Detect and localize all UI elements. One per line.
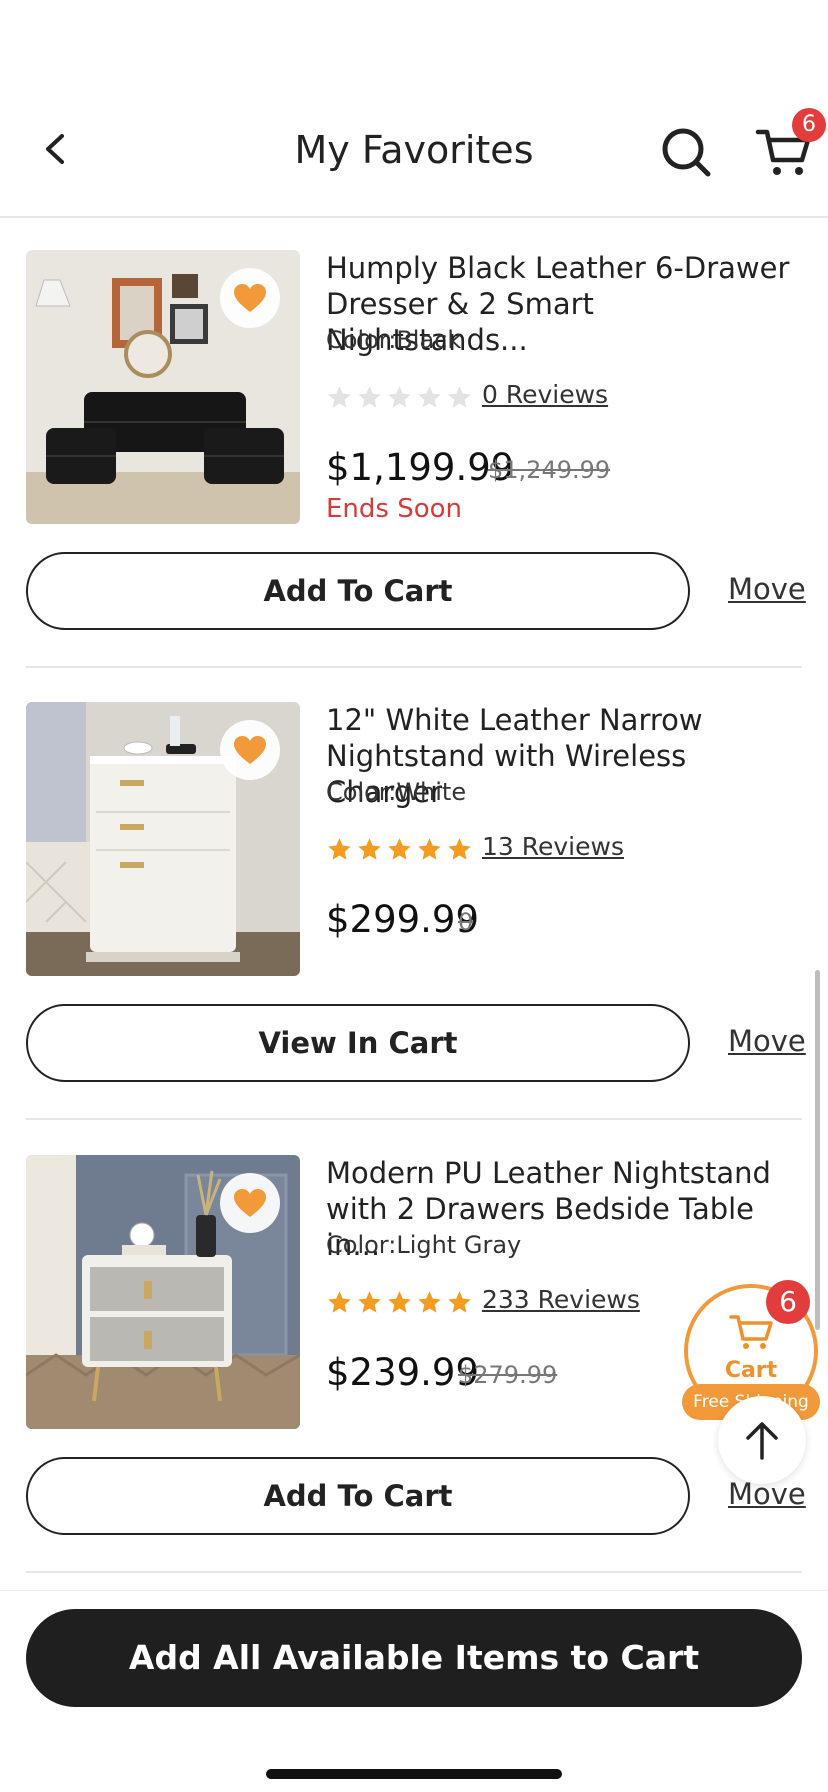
divider xyxy=(26,666,802,668)
search-icon xyxy=(662,128,711,177)
product-price: $1,199.99 xyxy=(326,446,515,489)
home-indicator xyxy=(266,1769,562,1779)
favorite-toggle[interactable] xyxy=(220,720,280,780)
floating-cart-badge: 6 xyxy=(766,1280,810,1324)
favorite-toggle[interactable] xyxy=(220,1173,280,1233)
product-image[interactable] xyxy=(26,1155,300,1429)
product-price: $299.99 xyxy=(326,898,480,941)
product-color: Color:Light Gray xyxy=(326,1231,522,1259)
favorite-item: 12" White Leather Narrow Nightstand with… xyxy=(0,702,828,1154)
divider xyxy=(26,1571,802,1573)
heart-icon xyxy=(234,284,266,312)
star-empty-icon xyxy=(358,386,381,408)
star-empty-icon xyxy=(388,386,411,408)
original-price: $1,249.99 xyxy=(488,456,611,484)
reviews-link[interactable]: 233 Reviews xyxy=(482,1285,640,1314)
add-to-cart-button[interactable]: Add To Cart xyxy=(26,552,690,630)
add-to-cart-button[interactable]: Add To Cart xyxy=(26,1457,690,1535)
star-filled-icon xyxy=(448,1291,471,1313)
star-filled-icon xyxy=(418,1291,441,1313)
heart-icon xyxy=(234,736,266,764)
back-to-top-button[interactable] xyxy=(718,1396,806,1484)
star-filled-icon xyxy=(448,838,471,860)
view-in-cart-button[interactable]: View In Cart xyxy=(26,1004,690,1082)
rating-stars xyxy=(326,836,473,863)
star-filled-icon xyxy=(388,1291,411,1313)
original-price: 0 xyxy=(458,908,474,936)
cart-count-badge: 6 xyxy=(792,108,826,142)
scrollbar[interactable] xyxy=(815,970,820,1330)
star-filled-icon xyxy=(358,838,381,860)
favorite-toggle[interactable] xyxy=(220,268,280,328)
product-price: $239.99 xyxy=(326,1351,480,1394)
product-image[interactable] xyxy=(26,250,300,524)
star-empty-icon xyxy=(448,386,471,408)
product-color: Color:White xyxy=(326,778,467,806)
product-image[interactable] xyxy=(26,702,300,976)
star-filled-icon xyxy=(418,838,441,860)
arrow-up-icon xyxy=(746,1422,778,1460)
move-link[interactable]: Move xyxy=(728,572,806,606)
promo-label: Ends Soon xyxy=(326,494,463,524)
star-filled-icon xyxy=(388,838,411,860)
move-link[interactable]: Move xyxy=(728,1024,806,1058)
star-filled-icon xyxy=(358,1291,381,1313)
add-all-to-cart-button[interactable]: Add All Available Items to Cart xyxy=(26,1609,802,1707)
favorite-item: Humply Black Leather 6-Drawer Dresser & … xyxy=(0,250,828,702)
heart-icon xyxy=(234,1189,266,1217)
product-color: Color:Black xyxy=(326,326,462,354)
rating-stars xyxy=(326,384,473,411)
cart-icon xyxy=(729,1315,773,1349)
divider xyxy=(26,1118,802,1120)
reviews-link[interactable]: 13 Reviews xyxy=(482,832,624,861)
search-button[interactable] xyxy=(658,124,714,180)
rating-stars xyxy=(326,1289,473,1316)
header: My Favorites 6 xyxy=(0,0,828,218)
star-filled-icon xyxy=(328,1291,351,1313)
original-price: $279.99 xyxy=(458,1361,558,1389)
star-empty-icon xyxy=(418,386,441,408)
floating-cart-label: Cart xyxy=(724,1358,778,1383)
star-filled-icon xyxy=(328,838,351,860)
bottom-bar: Add All Available Items to Cart xyxy=(0,1590,828,1792)
reviews-link[interactable]: 0 Reviews xyxy=(482,380,608,409)
star-empty-icon xyxy=(328,386,351,408)
